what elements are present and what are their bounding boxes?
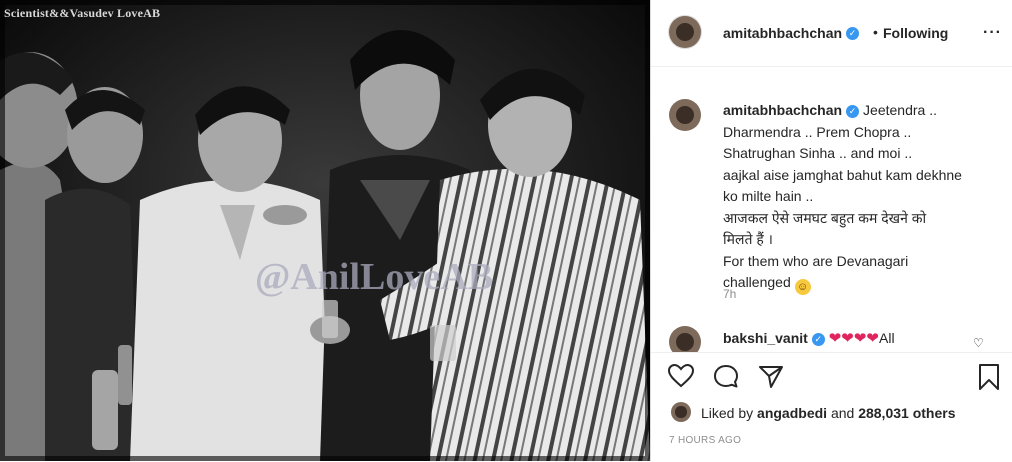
comment: bakshi_vanit ✓ ❤❤❤❤All [723,329,895,347]
share-paper-plane-icon[interactable] [757,363,785,389]
author-avatar[interactable] [669,16,701,48]
caption-line-last: challenged ☺ [723,272,985,295]
verified-badge-icon: ✓ [846,27,860,41]
comment-bubble-icon[interactable] [712,363,740,389]
caption-line: Jeetendra .. [863,102,937,118]
post-photo[interactable]: Scientist&&Vasudev LoveAB @AnilLoveAB [0,0,650,461]
liked-by-prefix: Liked by [701,405,754,421]
more-options-icon[interactable]: ··· [983,24,1002,42]
caption-line: आजकल ऐसे जमघट बहुत कम देखने को [723,209,927,226]
post-header: amitabhbachchan ✓ • Following ··· [651,0,1012,67]
liked-by-and: and [830,405,855,421]
photo-watermark-top: Scientist&&Vasudev LoveAB [4,6,161,20]
author-username-wrap: amitabhbachchan ✓ [723,25,860,43]
post-side-panel: amitabhbachchan ✓ • Following ··· amitabh… [650,0,1012,462]
separator-dot: • [873,24,878,40]
following-button[interactable]: Following [883,25,948,41]
comment-hearts: ❤❤❤❤ [828,330,879,347]
author-username[interactable]: amitabhbachchan [723,25,842,41]
vintage-group-photo [0,0,650,461]
instagram-post: Scientist&&Vasudev LoveAB @AnilLoveAB am… [0,0,1012,462]
photo-watermark-center: @AnilLoveAB [255,256,494,298]
liked-by-avatar[interactable] [671,402,691,422]
caption-line: मिलते हैं । [723,231,773,247]
caption-line: For them who are Devanagari [723,252,909,269]
save-bookmark-icon[interactable] [977,363,1001,391]
post-actions: Liked by angadbedi and 288,031 others 7 … [651,352,1012,462]
post-timestamp[interactable]: 7 HOURS AGO [669,435,741,446]
caption-line: Dharmendra .. Prem Chopra .. [723,123,912,140]
verified-badge-icon: ✓ [846,104,860,118]
caption-line: aajkal aise jamghat bahut kam dekhne [723,166,962,183]
caption-author-avatar[interactable] [669,99,701,131]
likes-count[interactable]: 288,031 others [858,405,955,421]
verified-badge-icon: ✓ [811,332,825,346]
caption-username[interactable]: amitabhbachchan [723,102,842,118]
caption-line: ko milte hain .. [723,188,814,204]
post-caption: amitabhbachchan ✓ Jeetendra .. Dharmendra … [723,100,985,295]
caption-line: Shatrughan Sinha .. and moi .. [723,145,913,161]
liked-by-user[interactable]: angadbedi [757,405,827,421]
laughing-emoji-icon: ☺ [794,279,811,295]
likes-summary: Liked by angadbedi and 288,031 others [701,405,956,421]
like-comment-icon[interactable]: ♡ [973,336,984,350]
like-heart-icon[interactable] [667,363,695,389]
caption-time-ago[interactable]: 7h [723,287,736,301]
comment-text: All [879,330,895,346]
commenter-username[interactable]: bakshi_vanit [723,330,808,346]
